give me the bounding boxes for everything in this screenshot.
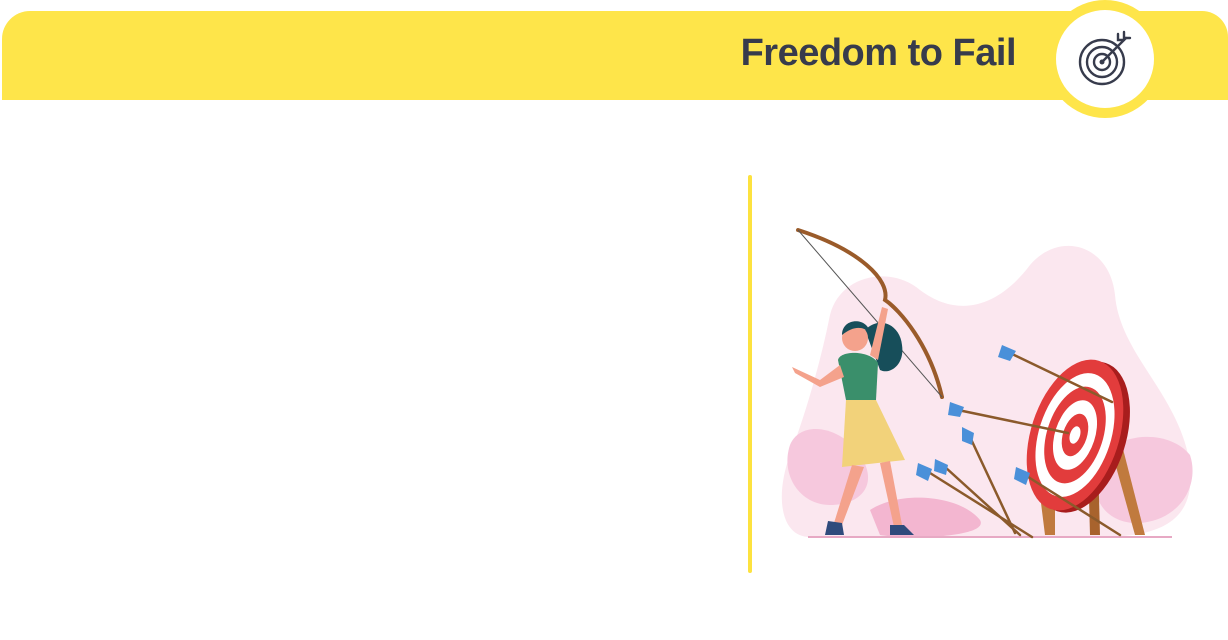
archer-woman-target-illustration [781,228,1193,539]
vertical-divider [748,175,752,573]
header-banner [2,11,1228,100]
page-title: Freedom to Fail [740,32,1017,74]
header-badge [1046,0,1164,118]
badge-circle [1056,10,1154,108]
target-arrow-icon [1078,30,1132,86]
